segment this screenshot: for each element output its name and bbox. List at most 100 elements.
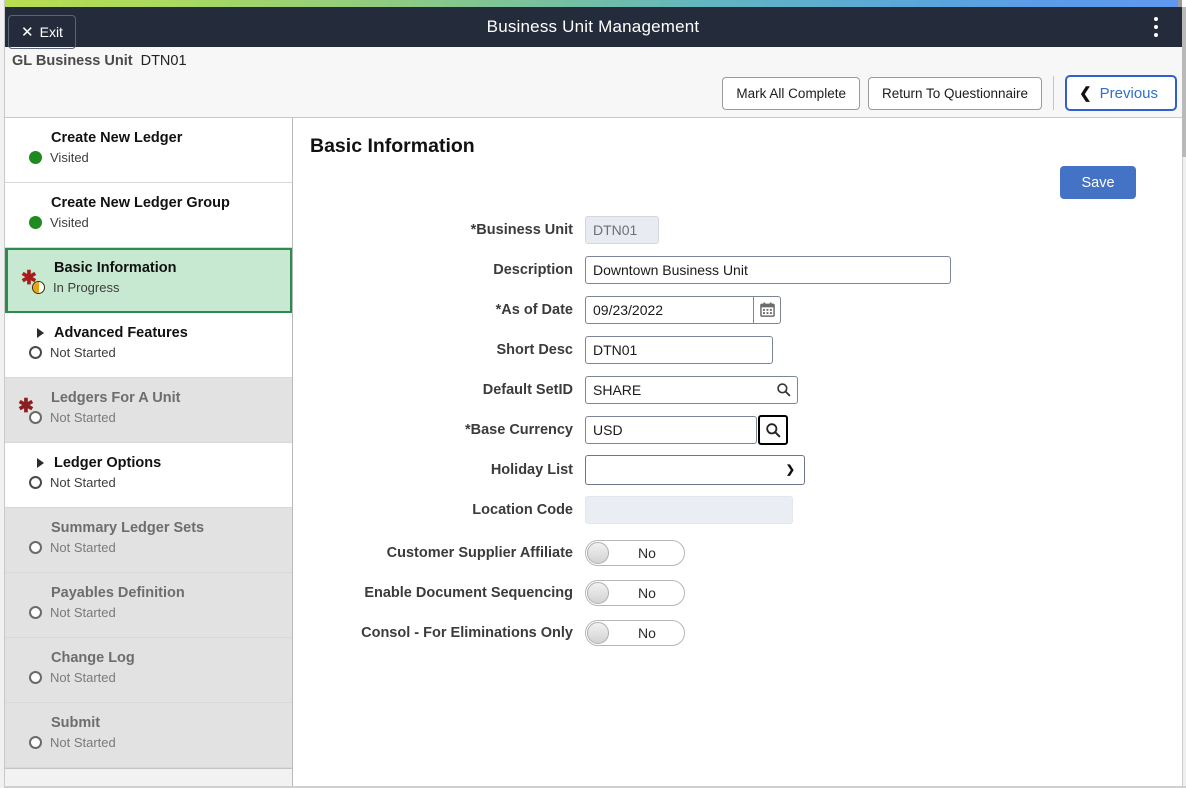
hollow-circle-icon [29,346,42,360]
sidebar-item-title: Create New Ledger [51,129,282,147]
sidebar-item-label: Advanced Features [54,325,188,341]
business-unit-management-app: ✕ Exit Business Unit Management GL Busin… [0,0,1186,788]
hollow-circle-icon [29,736,42,750]
page-scrollbar-thumb[interactable] [1182,7,1186,157]
chevron-left-icon: ❮ [1079,84,1092,102]
exit-button[interactable]: ✕ Exit [8,15,76,49]
return-to-questionnaire-button[interactable]: Return To Questionnaire [867,76,1043,110]
holiday-list-label: Holiday List [490,461,573,478]
sidebar-item-submit: Submit Not Started [5,703,292,768]
sidebar-item-status-label: Not Started [50,735,116,751]
sidebar-item-label: Summary Ledger Sets [51,520,205,536]
hollow-circle-icon [29,411,42,425]
sidebar-item-advanced-features[interactable]: Advanced Features Not Started [5,313,292,378]
description-input[interactable] [585,255,951,284]
header-actions: Mark All Complete Return To Questionnair… [722,75,1177,111]
as-of-date-input[interactable] [585,295,753,324]
sidebar-item-label: Change Log [51,650,135,666]
sidebar-item-create-new-ledger-group[interactable]: Create New Ledger Group Visited [5,183,292,248]
sidebar-item-status-label: Not Started [50,540,116,556]
basic-information-form: *Business Unit Description *As of Date [293,214,1182,654]
calendar-icon[interactable] [753,295,781,324]
sidebar-item-title: Ledger Options [37,454,282,472]
toggle-value-label: No [638,585,656,601]
sidebar-item-label: Payables Definition [51,585,185,601]
main-content-panel: Basic Information Save *Business Unit De… [293,118,1182,788]
browser-edge-sliver [0,0,5,788]
sidebar-item-status: Not Started [29,605,282,621]
breadcrumb: GL Business Unit DTN01 [12,53,187,69]
field-row-default-setid: Default SetID [293,374,1182,405]
customer-supplier-affiliate-toggle[interactable]: No [585,540,685,566]
consol-for-eliminations-only-label: Consol - For Eliminations Only [361,625,573,641]
sidebar-item-label: Basic Information [54,260,177,276]
base-currency-search-lookup-icon[interactable] [758,414,788,445]
sidebar-item-label: Create New Ledger Group [51,195,230,211]
sidebar-item-label: Ledger Options [54,455,162,471]
sidebar-item-title: Payables Definition [51,584,282,602]
kebab-dot-1 [1154,17,1158,21]
sidebar-item-title: Ledgers For A Unit [51,389,282,407]
holiday-list-select[interactable] [585,454,805,485]
breadcrumb-value: DTN01 [140,53,187,69]
expand-triangle-icon[interactable] [37,328,44,339]
exit-button-label: Exit [39,24,63,40]
app-header [5,7,1182,47]
holiday-list-control: ❯ [585,454,805,485]
description-label: Description [493,261,573,278]
location-code-label: Location Code [472,501,573,518]
content-body: Create New Ledger Visited Create New Ledge… [5,118,1182,788]
save-button[interactable]: Save [1060,166,1136,199]
previous-button[interactable]: ❮ Previous [1065,75,1177,111]
toggle-field-list: Customer Supplier Affiliate No Enable Docu… [293,534,1182,652]
sidebar-item-status: Not Started [29,410,282,426]
as-of-date-label: *As of Date [495,301,573,318]
field-row-description: Description [293,254,1182,285]
sidebar-item-status: Not Started [29,475,282,491]
breadcrumb-label: GL Business Unit [12,53,133,69]
sidebar-item-status: Not Started [29,735,282,751]
sidebar-item-create-new-ledger[interactable]: Create New Ledger Visited [5,118,292,183]
filled-circle-icon [29,216,42,230]
sidebar-item-label: Ledgers For A Unit [51,390,181,406]
toggle-knob [587,542,609,564]
close-x-icon: ✕ [21,23,34,41]
sidebar-item-status-label: Not Started [50,410,116,426]
sidebar-item-basic-information[interactable]: ✱ Basic Information In Progress [5,248,292,313]
consol-for-eliminations-only-toggle[interactable]: No [585,620,685,646]
short-desc-input[interactable] [585,335,773,364]
page-title: Basic Information [310,135,475,157]
base-currency-input[interactable] [585,415,757,444]
sidebar-item-title: Basic Information [54,259,280,277]
field-row-short-desc: Short Desc [293,334,1182,365]
sidebar-footer [5,768,292,788]
field-row-business-unit: *Business Unit [293,214,1182,245]
progress-bar-tail [1178,0,1182,7]
default-setid-input[interactable] [585,375,770,404]
action-divider [1053,76,1055,110]
field-row-consol-for-eliminations-only: Consol - For Eliminations Only No [293,614,1182,652]
business-unit-input [585,215,659,244]
sidebar-item-ledger-options[interactable]: Ledger Options Not Started [5,443,292,508]
sidebar-item-status-label: Not Started [50,345,116,361]
toggle-knob [587,622,609,644]
field-row-enable-document-sequencing: Enable Document Sequencing No [293,574,1182,612]
enable-document-sequencing-toggle[interactable]: No [585,580,685,606]
sidebar-item-status: Not Started [29,540,282,556]
enable-document-sequencing-label: Enable Document Sequencing [364,585,573,601]
field-row-holiday-list: Holiday List ❯ [293,454,1182,485]
sidebar-item-status-label: Visited [50,215,89,231]
expand-triangle-icon[interactable] [37,458,44,469]
field-row-as-of-date: *As of Date [293,294,1182,325]
default-setid-search-lookup-icon[interactable] [770,375,798,404]
sidebar-item-status-label: In Progress [53,280,120,296]
sidebar-item-status: Visited [29,150,282,166]
mark-all-complete-button[interactable]: Mark All Complete [722,76,860,110]
hollow-circle-icon [29,476,42,490]
sidebar-item-status-label: Not Started [50,605,116,621]
sidebar-item-title: Change Log [51,649,282,667]
sidebar-item-status: In Progress [32,280,280,296]
wizard-progress-bar [5,0,1182,7]
kebab-menu-icon[interactable] [1140,7,1172,47]
filled-circle-icon [29,151,42,165]
